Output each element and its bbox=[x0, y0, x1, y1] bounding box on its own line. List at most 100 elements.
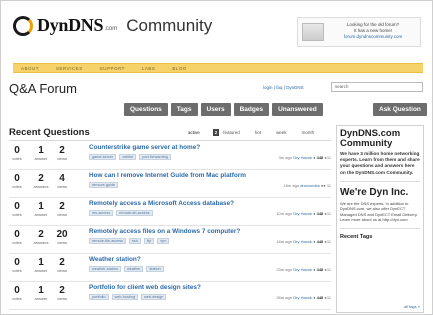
tab-tags[interactable]: Tags bbox=[170, 103, 198, 116]
logo-text: DynDNS bbox=[37, 15, 104, 35]
views-label: views bbox=[56, 296, 67, 301]
tag-link[interactable]: remote-file-access bbox=[89, 238, 127, 244]
answers-count: 1 answer bbox=[33, 145, 49, 161]
filter-active[interactable]: active bbox=[186, 129, 202, 136]
tag-link[interactable]: web-hosting bbox=[111, 294, 138, 300]
question-title-link[interactable]: Weather station? bbox=[89, 256, 141, 263]
ask-question-button[interactable]: Ask Question bbox=[373, 103, 427, 116]
meta-badge-count: 11 bbox=[326, 267, 331, 272]
divider bbox=[9, 140, 331, 141]
filter-featured[interactable]: featured bbox=[221, 129, 242, 136]
meta-reputation: 448 bbox=[316, 267, 324, 272]
meta-user-link[interactable]: Ory Havok bbox=[293, 211, 312, 216]
question-title-link[interactable]: Remotely access a Microsoft Access datab… bbox=[89, 200, 234, 207]
votes-number: 0 bbox=[14, 257, 20, 268]
tag-link[interactable]: ms-access bbox=[89, 210, 114, 216]
meta-badge-count: 11 bbox=[326, 211, 331, 216]
votes-label: votes bbox=[12, 212, 22, 217]
views-number: 2 bbox=[59, 201, 65, 212]
answers-number: 1 bbox=[38, 201, 44, 212]
question-tags: remove-guide bbox=[89, 182, 121, 188]
meta-badge-count: 11 bbox=[326, 155, 331, 160]
recent-questions-title: Recent Questions bbox=[9, 127, 90, 138]
question-tags: game-server cstrike port-forwarding bbox=[89, 154, 174, 160]
nav-item-services[interactable]: Services bbox=[56, 66, 83, 71]
rep-dot-icon: ● bbox=[313, 267, 316, 272]
page-frame: DynDNS .com Community Looking for the ol… bbox=[0, 0, 433, 315]
sidebar-title: DynDNS.com Community bbox=[340, 128, 401, 149]
tag-link[interactable]: ftp bbox=[143, 238, 155, 244]
forum-notice[interactable]: Looking for the old forum? It has a new … bbox=[297, 17, 421, 47]
sidebar: DynDNS.com Community We have 3 million h… bbox=[336, 125, 424, 313]
question-title-link[interactable]: How can I remove Internet Guide from Mac… bbox=[89, 172, 246, 179]
answers-number: 1 bbox=[38, 145, 44, 156]
votes-count: 0 votes bbox=[9, 145, 25, 161]
notice-link[interactable]: forum.dyndnscommunity.com bbox=[328, 34, 418, 40]
tab-unanswered[interactable]: Unanswered bbox=[272, 103, 323, 116]
recent-tags-title: Recent Tags bbox=[340, 233, 373, 240]
meta-user-link[interactable]: dnscrumbs bbox=[300, 183, 320, 188]
filter-hot[interactable]: hot bbox=[253, 129, 263, 136]
all-tags-link[interactable]: all tags » bbox=[404, 304, 420, 309]
views-count: 4 views bbox=[54, 173, 70, 189]
tag-link[interactable]: station bbox=[146, 266, 164, 272]
tab-users[interactable]: Users bbox=[200, 103, 231, 116]
answers-label: answer bbox=[34, 156, 48, 161]
rep-dot-icon: ● bbox=[313, 155, 316, 160]
tag-link[interactable]: game-server bbox=[89, 154, 117, 160]
tag-link[interactable]: portfolio bbox=[89, 294, 109, 300]
nav-item-about[interactable]: About bbox=[21, 66, 39, 71]
logo-suffix: .com bbox=[104, 25, 118, 32]
sidebar-description: We have 3 million home networking expert… bbox=[340, 151, 420, 175]
tag-link[interactable]: weather-station bbox=[89, 266, 121, 272]
question-tags: ms-access remote-db-access bbox=[89, 210, 156, 216]
question-title-link[interactable]: Remotely access files on a Windows 7 com… bbox=[89, 228, 240, 235]
meta-reputation: 448 bbox=[316, 239, 324, 244]
votes-number: 0 bbox=[14, 201, 20, 212]
meta-time: 3m ago bbox=[278, 155, 292, 160]
tag-link[interactable]: vpn bbox=[157, 238, 170, 244]
votes-label: votes bbox=[12, 184, 22, 189]
tag-link[interactable]: weather bbox=[123, 266, 144, 272]
views-label: views bbox=[56, 184, 67, 189]
tab-badges[interactable]: Badges bbox=[233, 103, 270, 116]
meta-user-link[interactable]: Ory Havok bbox=[293, 239, 312, 244]
rep-dot-icon: ● bbox=[313, 211, 316, 216]
tag-link[interactable]: remote-db-access bbox=[116, 210, 153, 216]
tag-link[interactable]: port-forwarding bbox=[139, 154, 171, 160]
tag-link[interactable]: remove-guide bbox=[89, 182, 119, 188]
meta-badge-count: 11 bbox=[326, 295, 331, 300]
meta-user-link[interactable]: Ory Havok bbox=[293, 267, 312, 272]
question-meta: 23m ago Ory Havok ● 448 ●11 bbox=[276, 267, 331, 272]
votes-count: 0 votes bbox=[9, 257, 25, 273]
tag-link[interactable]: cstrike bbox=[119, 154, 137, 160]
question-title-link[interactable]: Portfolio for client web design sites? bbox=[89, 284, 201, 291]
search-input[interactable]: search bbox=[331, 82, 423, 92]
filter-month[interactable]: month bbox=[300, 129, 317, 136]
tag-link[interactable]: ssh bbox=[129, 238, 141, 244]
meta-user-link[interactable]: Ory Havok bbox=[293, 295, 312, 300]
login-links[interactable]: login | faq | DynDNS bbox=[263, 85, 304, 90]
tag-link[interactable]: web-design bbox=[141, 294, 167, 300]
votes-count: 0 votes bbox=[9, 285, 25, 301]
nav-item-blog[interactable]: Blog bbox=[172, 66, 187, 71]
question-title-link[interactable]: Counterstrike game server at home? bbox=[89, 144, 200, 151]
views-label: views bbox=[56, 212, 67, 217]
answers-count: 1 answer bbox=[33, 285, 49, 301]
votes-label: votes bbox=[12, 296, 22, 301]
views-number: 2 bbox=[59, 145, 65, 156]
meta-badge-count: 11 bbox=[326, 239, 331, 244]
views-label: views bbox=[56, 156, 67, 161]
tab-questions[interactable]: Questions bbox=[124, 103, 168, 116]
meta-user-link[interactable]: Ory Havok bbox=[293, 155, 312, 160]
dyndns-logo[interactable]: DynDNS .com Community bbox=[13, 15, 212, 36]
nav-item-support[interactable]: Support bbox=[100, 66, 125, 71]
forum-tabs: Questions Tags Users Badges Unanswered bbox=[124, 103, 326, 116]
filter-week[interactable]: week bbox=[274, 129, 289, 136]
meta-time: 16m ago bbox=[283, 183, 300, 188]
answers-label: answer bbox=[34, 212, 48, 217]
votes-number: 0 bbox=[14, 229, 20, 240]
nav-item-labs[interactable]: Labs bbox=[142, 66, 156, 71]
rep-dot-icon: ● bbox=[313, 239, 316, 244]
question-row: 0 votes 1 answer 2 views Portfolio for clie… bbox=[9, 282, 331, 310]
